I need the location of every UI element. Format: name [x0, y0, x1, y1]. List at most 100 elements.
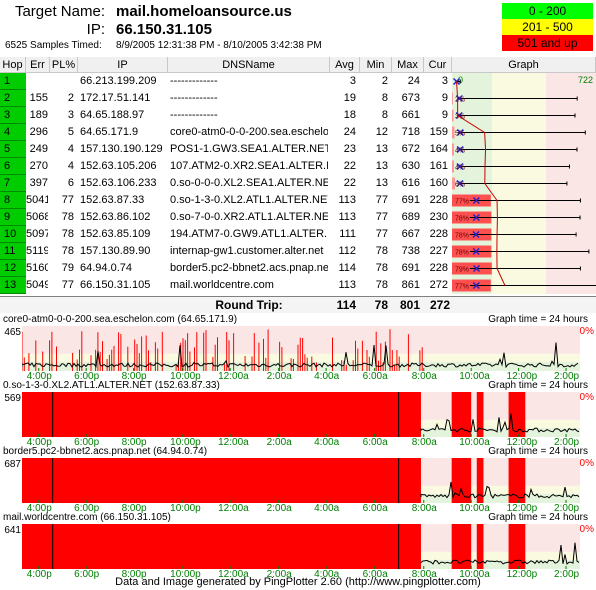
hop-err	[26, 73, 48, 90]
hop-max: 667	[401, 228, 420, 240]
hop-pl: 78	[61, 211, 74, 223]
panel-loss-block	[22, 524, 421, 569]
round-trip-min: 78	[374, 298, 388, 312]
col-ip[interactable]: IP	[78, 57, 168, 73]
hop-err: 5068	[26, 211, 48, 223]
hop-number: 6	[0, 158, 26, 175]
hop-cur: 272	[429, 279, 448, 291]
hop-ip: 152.63.106.233	[80, 177, 157, 189]
hop-max: 689	[401, 211, 420, 223]
hop-max: 616	[401, 177, 420, 189]
col-hop[interactable]: Hop	[0, 57, 26, 73]
panel-ymax: 687	[4, 459, 21, 470]
panel-title: border5.pc2-bbnet2.acs.pnap.net (64.94.0…	[3, 446, 208, 457]
hop-max: 630	[401, 160, 420, 172]
hop-loss-label: 6%	[455, 182, 465, 189]
round-trip-label: Round Trip:	[215, 298, 283, 312]
hop-loss-label: 78%	[455, 250, 469, 257]
hop-min: 13	[375, 177, 388, 189]
panel-zone-yellow	[22, 353, 580, 362]
ip-label: IP:	[86, 21, 105, 38]
col-cur[interactable]: Cur	[424, 57, 452, 73]
col-pl[interactable]: PL%	[50, 57, 78, 73]
hop-err: 5119	[26, 245, 48, 257]
hop-ip: 157.130.190.129	[80, 143, 163, 155]
hop-avg: 24	[343, 126, 356, 138]
legend-red: 501 and up	[502, 35, 593, 51]
time-graph-panel[interactable]: 0.so-1-3-0.XL2.ATL1.ALTER.NET (152.63.87…	[0, 380, 596, 448]
panel-ymax: 465	[4, 327, 21, 338]
panel-graph-time: Graph time = 24 hours	[488, 512, 588, 523]
hop-cur: 228	[429, 228, 448, 240]
hop-number: 10	[0, 226, 26, 243]
panel-plot	[22, 326, 580, 371]
ip-value: 66.150.31.105	[116, 21, 212, 38]
legend-green: 0 - 200	[502, 3, 593, 19]
panel-ymax: 641	[4, 525, 21, 536]
col-graph[interactable]: Graph	[452, 57, 596, 73]
hop-pl: 77	[61, 194, 74, 206]
hop-pl	[50, 73, 74, 90]
time-graph-panel[interactable]: mail.worldcentre.com (66.150.31.105) Grap…	[0, 512, 596, 580]
panel-zone-red	[22, 326, 580, 354]
time-graph-panel[interactable]: core0-atm0-0-0-200.sea.eschelon.com (64.…	[0, 314, 596, 382]
hop-err: 5160	[26, 262, 48, 274]
hop-number: 12	[0, 260, 26, 277]
hop-loss-label: 4%	[455, 165, 465, 172]
round-trip-cur: 272	[429, 298, 450, 312]
col-avg[interactable]: Avg	[330, 57, 360, 73]
pingplotter-window: Target Name: mail.homeloansource.us IP: …	[0, 0, 596, 590]
hop-ip: 152.63.105.206	[80, 160, 157, 172]
hop-avg: 113	[338, 194, 356, 206]
hop-avg: 22	[343, 160, 356, 172]
round-trip-row: Round Trip: 114 78 801 272	[0, 296, 596, 313]
hop-dns: POS1-1.GW3.SEA1.ALTER.NET	[170, 143, 328, 155]
hop-cur: 159	[429, 126, 448, 138]
hop-max: 861	[401, 279, 420, 291]
col-dnsname[interactable]: DNSName	[168, 57, 330, 73]
hop-number: 2	[0, 90, 26, 107]
hop-number: 8	[0, 192, 26, 209]
hop-err: 296	[29, 126, 48, 138]
hop-dns: internap-gw1.customer.alter.net	[170, 245, 324, 257]
hop-err: 5049	[26, 279, 48, 291]
hop-number: 11	[0, 243, 26, 260]
panel-loss-block	[22, 458, 421, 503]
hop-number: 3	[0, 107, 26, 124]
hop-min: 13	[375, 143, 388, 155]
hop-dns: core0-atm0-0-0-200.sea.eschelon.	[170, 126, 328, 138]
hop-ip: 66.150.31.105	[80, 279, 151, 291]
col-err[interactable]: Err	[26, 57, 50, 73]
hop-pl: 6	[67, 177, 74, 189]
hop-max: 738	[401, 245, 420, 257]
hop-avg: 114	[338, 262, 356, 274]
hop-min: 13	[375, 160, 388, 172]
hop-number: 4	[0, 124, 26, 141]
panel-loss-block	[22, 392, 421, 437]
hop-loss-bar	[452, 160, 455, 173]
hop-ip: 64.94.0.74	[80, 262, 132, 274]
hop-ip: 152.63.87.33	[80, 194, 145, 206]
hop-number: 1	[0, 73, 26, 90]
hop-number: 13	[0, 277, 26, 294]
hop-loss-label: 2%	[455, 97, 465, 104]
hop-dns: mail.worldcentre.com	[170, 279, 274, 291]
panel-plot	[22, 458, 580, 503]
hop-cur: 9	[441, 109, 448, 121]
target-name-label: Target Name:	[14, 3, 105, 20]
panel-graph-time: Graph time = 24 hours	[488, 380, 588, 391]
graph-scale-max: 722	[578, 75, 593, 85]
hop-dns: 194.ATM7-0.GW9.ATL1.ALTER.N	[170, 228, 328, 240]
hop-max: 691	[401, 194, 420, 206]
hop-cur: 228	[429, 262, 448, 274]
hop-avg: 113	[338, 211, 356, 223]
time-graph-panel[interactable]: border5.pc2-bbnet2.acs.pnap.net (64.94.0…	[0, 446, 596, 514]
col-max[interactable]: Max	[392, 57, 424, 73]
hop-max: 661	[401, 109, 420, 121]
panel-loss-block	[451, 458, 472, 503]
hop-avg: 23	[343, 143, 356, 155]
hop-err: 189	[29, 109, 48, 121]
col-min[interactable]: Min	[360, 57, 392, 73]
hop-ip: 152.63.85.109	[80, 228, 151, 240]
hop-loss-bar	[452, 92, 454, 105]
